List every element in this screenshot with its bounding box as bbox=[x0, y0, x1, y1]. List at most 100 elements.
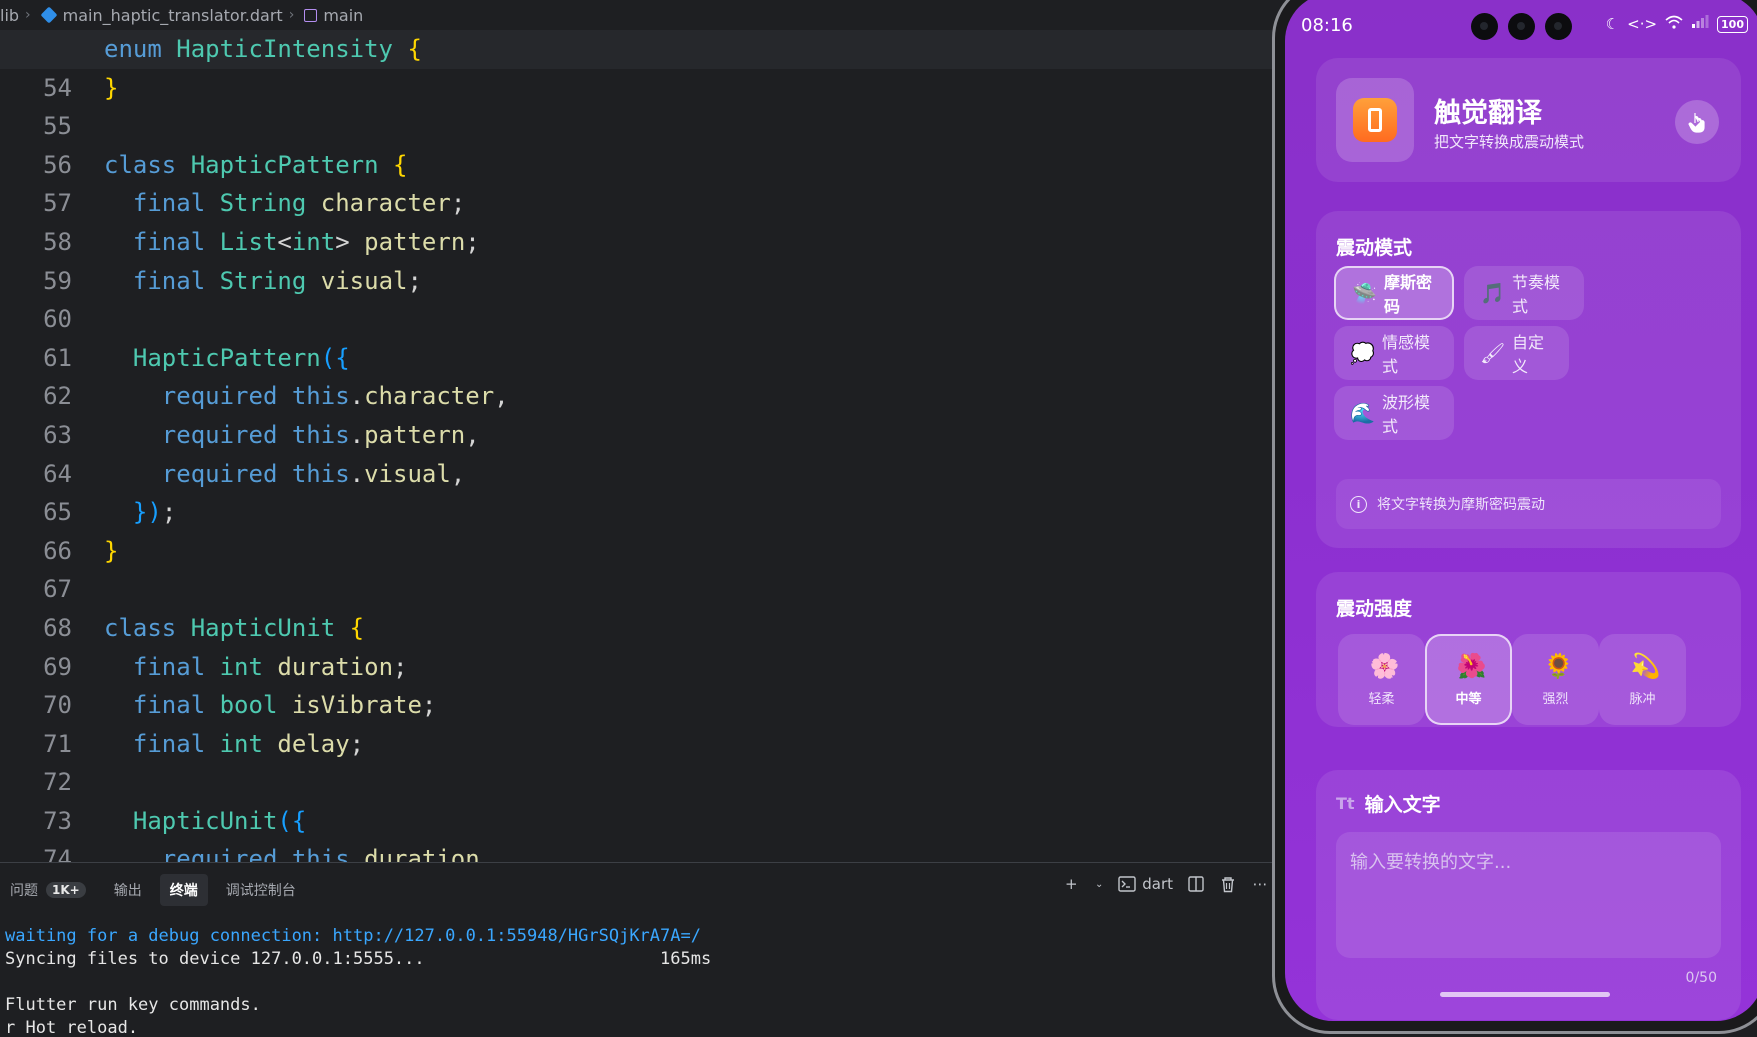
signal-icon bbox=[1691, 15, 1709, 33]
bottom-panel: 问题 1K+ 输出 终端 调试控制台 + ⌄ dart ⋯ waiting fo… bbox=[0, 862, 1277, 1037]
code-line: 66} bbox=[43, 536, 119, 565]
code-line: 68 class HapticUnit { bbox=[43, 613, 365, 642]
cherry-blossom-icon: 🌸 bbox=[1369, 652, 1400, 680]
app-header-card: 触觉翻译 把文字转换成震动模式 bbox=[1316, 58, 1741, 182]
code-line: 72 bbox=[43, 768, 72, 797]
camera-cutout bbox=[1508, 13, 1535, 40]
mode-option-label: 情感模式 bbox=[1382, 333, 1431, 376]
status-time: 08:16 bbox=[1301, 15, 1353, 36]
vibration-mode-card: 震动模式 🛸 摩斯密码 🎵 节奏模式 💭 情感模式 🖌 自定义 🌊 波形模式 i… bbox=[1316, 211, 1741, 548]
chevron-right-icon: › bbox=[288, 7, 295, 23]
ufo-icon: 🛸 bbox=[1352, 281, 1377, 305]
code-area[interactable]: enum HapticIntensity { 54} 55 56 class Ha… bbox=[0, 30, 1277, 862]
code-line: 64 required this.visual, bbox=[43, 459, 466, 488]
problems-count-badge: 1K+ bbox=[46, 882, 86, 898]
code-line: 56 class HapticPattern { bbox=[43, 150, 408, 179]
mode-option-label: 摩斯密码 bbox=[1384, 273, 1433, 316]
code-line: 74 required this.duration, bbox=[43, 845, 495, 862]
status-icons: ☾ <·> 100 bbox=[1606, 15, 1748, 33]
wifi-icon bbox=[1665, 15, 1683, 33]
moon-icon: ☾ bbox=[1605, 15, 1620, 33]
phone-screen: 08:16 ☾ <·> 100 触觉翻译 把文字转换成震动模式 震动模式 🛸 摩… bbox=[1285, 0, 1757, 1021]
music-note-icon: 🎵 bbox=[1480, 281, 1505, 305]
more-icon[interactable]: ⋯ bbox=[1251, 875, 1269, 893]
tab-output-label: 输出 bbox=[113, 883, 142, 899]
mode-option-morse[interactable]: 🛸 摩斯密码 bbox=[1334, 266, 1454, 320]
code-line: 60 bbox=[43, 305, 72, 334]
battery-icon: 100 bbox=[1717, 15, 1748, 33]
intensity-option-pulse[interactable]: 💫 脉冲 bbox=[1599, 634, 1686, 725]
touch-hand-button[interactable] bbox=[1675, 100, 1719, 144]
trash-icon[interactable] bbox=[1219, 875, 1237, 893]
terminal-line: r Hot reload. bbox=[5, 1018, 139, 1037]
terminal-line: Flutter run key commands. bbox=[5, 995, 261, 1015]
tab-terminal[interactable]: 终端 bbox=[159, 874, 208, 906]
mode-option-label: 自定义 bbox=[1512, 333, 1545, 376]
breadcrumb: lib › main_haptic_translator.dart › main bbox=[0, 0, 1277, 30]
intensity-option-soft[interactable]: 🌸 轻柔 bbox=[1338, 634, 1425, 725]
text-input-card: Tt 输入文字 0/50 bbox=[1316, 770, 1741, 1020]
mode-option-label: 节奏模式 bbox=[1512, 273, 1561, 316]
thought-bubble-icon: 💭 bbox=[1350, 341, 1375, 365]
code-icon: <·> bbox=[1627, 15, 1658, 33]
breadcrumb-symbol[interactable]: main bbox=[323, 6, 363, 25]
intensity-option-label: 脉冲 bbox=[1629, 692, 1656, 707]
split-terminal-icon[interactable] bbox=[1187, 875, 1205, 893]
tab-debug-console[interactable]: 调试控制台 bbox=[216, 874, 306, 906]
code-line: 71 final int delay; bbox=[43, 729, 365, 758]
mode-option-wave[interactable]: 🌊 波形模式 bbox=[1334, 386, 1454, 440]
shell-label[interactable]: dart bbox=[1142, 875, 1173, 893]
panel-actions: + ⌄ dart ⋯ bbox=[1062, 875, 1269, 893]
wave-icon: 🌊 bbox=[1350, 401, 1375, 425]
tab-output[interactable]: 输出 bbox=[104, 874, 152, 906]
camera-cutout bbox=[1471, 13, 1498, 40]
breadcrumb-folder[interactable]: lib bbox=[0, 6, 19, 25]
mode-info-text: 将文字转换为摩斯密码震动 bbox=[1377, 497, 1545, 513]
tab-problems[interactable]: 问题 1K+ bbox=[0, 874, 96, 906]
mode-option-custom[interactable]: 🖌 自定义 bbox=[1464, 326, 1569, 380]
home-indicator[interactable] bbox=[1439, 992, 1610, 997]
chevron-down-icon[interactable]: ⌄ bbox=[1094, 875, 1104, 893]
mode-option-rhythm[interactable]: 🎵 节奏模式 bbox=[1464, 266, 1584, 320]
app-logo bbox=[1336, 78, 1414, 162]
tab-terminal-label: 终端 bbox=[169, 883, 198, 899]
code-line: 61 HapticPattern({ bbox=[43, 343, 350, 372]
symbol-method-icon bbox=[304, 8, 318, 22]
intensity-section-title: 震动强度 bbox=[1336, 598, 1413, 620]
code-line: 62 required this.character, bbox=[43, 382, 509, 411]
code-line: enum HapticIntensity { bbox=[0, 30, 1277, 69]
code-line: 69 final int duration; bbox=[43, 652, 408, 681]
code-line: 65 }); bbox=[43, 498, 177, 527]
mode-info-hint: i 将文字转换为摩斯密码震动 bbox=[1336, 479, 1721, 529]
code-line: 63 required this.pattern, bbox=[43, 420, 480, 449]
code-line: 59 final String visual; bbox=[43, 266, 422, 295]
hibiscus-icon: 🌺 bbox=[1456, 652, 1487, 680]
breadcrumb-file[interactable]: main_haptic_translator.dart bbox=[63, 6, 283, 25]
paintbrush-icon: 🖌 bbox=[1480, 341, 1506, 365]
char-counter: 0/50 bbox=[1685, 970, 1717, 986]
intensity-option-medium[interactable]: 🌺 中等 bbox=[1425, 634, 1512, 725]
code-editor: lib › main_haptic_translator.dart › main… bbox=[0, 0, 1277, 1037]
mode-option-emotion[interactable]: 💭 情感模式 bbox=[1334, 326, 1454, 380]
code-line: 55 bbox=[43, 112, 72, 141]
mode-section-title: 震动模式 bbox=[1336, 237, 1413, 259]
terminal-output[interactable]: waiting for a debug connection: http://1… bbox=[5, 925, 711, 1037]
translate-text-input[interactable] bbox=[1336, 832, 1721, 958]
app-title: 触觉翻译 bbox=[1434, 98, 1542, 129]
code-line: 58 final List<int> pattern; bbox=[43, 227, 480, 256]
terminal-line: Syncing files to device 127.0.0.1:5555..… bbox=[5, 949, 712, 969]
add-terminal-icon[interactable]: + bbox=[1062, 875, 1080, 893]
code-line: 73 HapticUnit({ bbox=[43, 806, 307, 835]
tab-problems-label: 问题 bbox=[10, 883, 38, 899]
app-subtitle: 把文字转换成震动模式 bbox=[1434, 133, 1585, 151]
tab-debug-console-label: 调试控制台 bbox=[225, 883, 296, 899]
camera-cutout bbox=[1545, 13, 1572, 40]
input-section-label: 输入文字 bbox=[1364, 794, 1441, 816]
code-line: 54} bbox=[43, 73, 119, 102]
sunflower-icon: 🌻 bbox=[1543, 652, 1574, 680]
input-section-title: Tt 输入文字 bbox=[1336, 790, 1441, 817]
intensity-option-strong[interactable]: 🌻 强烈 bbox=[1512, 634, 1599, 725]
chevron-right-icon: › bbox=[25, 7, 31, 23]
vibrate-phone-icon bbox=[1353, 98, 1397, 142]
